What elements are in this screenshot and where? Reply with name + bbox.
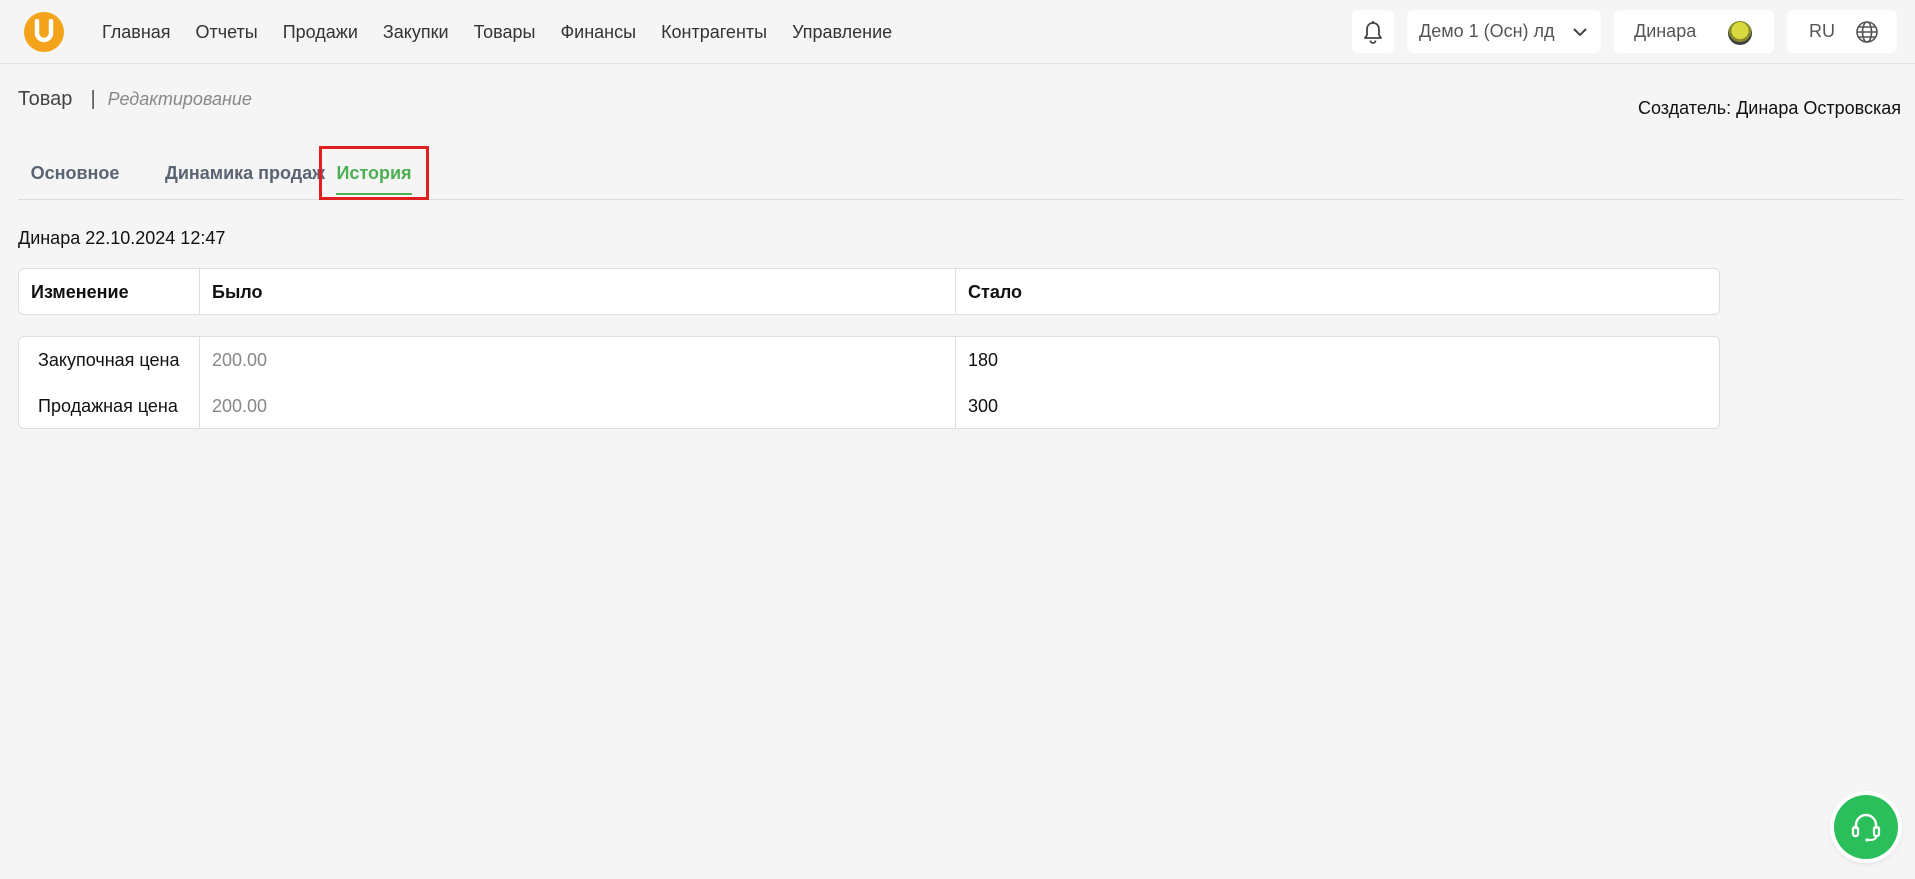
nav-item-home[interactable]: Главная — [102, 22, 171, 43]
active-tab-indicator — [336, 193, 412, 195]
headset-icon — [1851, 813, 1881, 842]
tab-sales-dynamics[interactable]: Динамика продаж — [142, 146, 348, 200]
row-old-value: 200.00 — [212, 396, 268, 416]
app-logo[interactable] — [24, 12, 64, 52]
row-new-value: 180 — [968, 350, 999, 370]
column-header-change: Изменение — [31, 282, 129, 302]
row-field: Закупочная цена — [38, 350, 180, 370]
nav-item-reports[interactable]: Отчеты — [196, 22, 258, 43]
nav-item-management[interactable]: Управление — [792, 22, 892, 43]
user-name: Динара — [1634, 21, 1697, 41]
row-field: Продажная цена — [38, 396, 178, 416]
history-table-body: Закупочная цена 200.00 180 Продажная цен… — [18, 336, 1720, 429]
avatar — [1728, 21, 1752, 45]
title-separator: | — [90, 88, 96, 110]
product-tabs: Основное Динамика продаж История — [18, 146, 1903, 200]
page-title: Товар — [18, 88, 73, 110]
column-divider — [955, 337, 956, 428]
logo-u-icon — [34, 19, 54, 43]
column-header-was: Было — [212, 282, 263, 302]
nav-item-products[interactable]: Товары — [474, 22, 536, 43]
tab-history[interactable]: История — [319, 146, 429, 200]
nav-item-purchases[interactable]: Закупки — [383, 22, 449, 43]
notifications-button[interactable] — [1352, 10, 1394, 53]
history-table-header: Изменение Было Стало — [18, 268, 1720, 315]
nav-item-finance[interactable]: Финансы — [560, 22, 636, 43]
top-header: Главная Отчеты Продажи Закупки Товары Фи… — [0, 0, 1915, 64]
nav-item-contractors[interactable]: Контрагенты — [661, 22, 767, 43]
column-header-became: Стало — [968, 282, 1023, 302]
column-divider — [199, 337, 200, 428]
column-divider — [199, 269, 200, 314]
page-subtitle: Редактирование — [107, 89, 252, 109]
column-divider — [955, 269, 956, 314]
chevron-down-icon — [1573, 28, 1587, 37]
main-nav: Главная Отчеты Продажи Закупки Товары Фи… — [102, 0, 917, 64]
language-code: RU — [1809, 21, 1835, 41]
company-selector[interactable]: Демо 1 (Осн) лд — [1407, 10, 1601, 53]
globe-icon — [1856, 21, 1878, 43]
tab-main[interactable]: Основное — [18, 146, 132, 200]
company-name: Демо 1 (Осн) лд — [1419, 21, 1555, 41]
row-new-value: 300 — [968, 396, 999, 416]
tab-history-label: История — [336, 162, 412, 183]
support-chat-button[interactable] — [1834, 795, 1898, 859]
nav-item-sales[interactable]: Продажи — [283, 22, 358, 43]
language-selector[interactable]: RU — [1787, 10, 1897, 53]
creator-label: Создатель: Динара Островская — [1638, 98, 1901, 118]
bell-icon — [1364, 20, 1382, 44]
row-old-value: 200.00 — [212, 350, 268, 370]
history-entry-header: Динара 22.10.2024 12:47 — [18, 228, 226, 248]
user-menu[interactable]: Динара — [1614, 10, 1774, 53]
page-title-row: Товар | Редактирование — [18, 88, 252, 111]
